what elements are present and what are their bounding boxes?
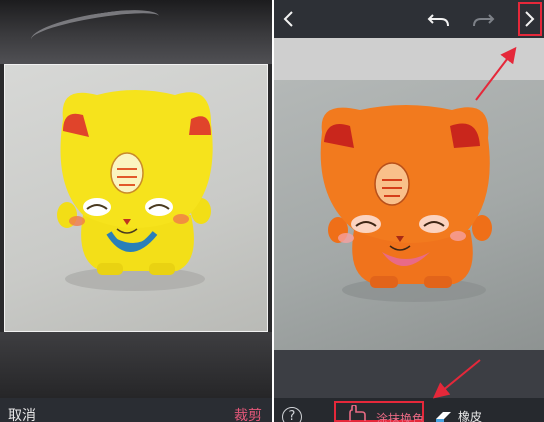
brush-recolor-tool[interactable]: 涂抹换色 (334, 401, 424, 422)
editor-toolbar (274, 0, 544, 38)
recolor-editor-screen: ? 涂抹换色 橡皮 (274, 0, 544, 422)
background-cable (28, 5, 162, 51)
chevron-left-icon[interactable] (274, 4, 304, 34)
editor-tool-bar: ? 涂抹换色 橡皮 (274, 398, 544, 422)
brush-tool-label: 涂抹换色 (376, 412, 425, 422)
eraser-tool[interactable]: 橡皮 (434, 401, 514, 422)
cancel-button[interactable]: 取消 (8, 408, 36, 422)
canvas-padding-bottom (274, 350, 544, 398)
finger-brush-icon (349, 405, 366, 421)
photo-outside-crop-top (0, 0, 272, 64)
crop-button[interactable]: 裁剪 (234, 408, 262, 422)
photo-outside-crop-bottom (0, 332, 272, 398)
recolor-canvas[interactable] (274, 80, 544, 350)
lucky-cat-photo-orange (320, 105, 492, 302)
crop-frame[interactable] (4, 64, 268, 332)
canvas-padding-top (274, 38, 544, 80)
crop-screen: 取消 裁剪 (0, 0, 272, 422)
eraser-tool-label: 橡皮 (458, 410, 483, 422)
help-icon[interactable]: ? (282, 407, 302, 422)
eraser-icon (436, 412, 451, 422)
redo-arrow-icon[interactable] (468, 4, 498, 34)
next-button-highlight (518, 2, 542, 36)
lucky-cat-photo-yellow (57, 90, 213, 291)
undo-arrow-icon[interactable] (424, 4, 454, 34)
crop-action-bar: 取消 裁剪 (0, 398, 272, 422)
